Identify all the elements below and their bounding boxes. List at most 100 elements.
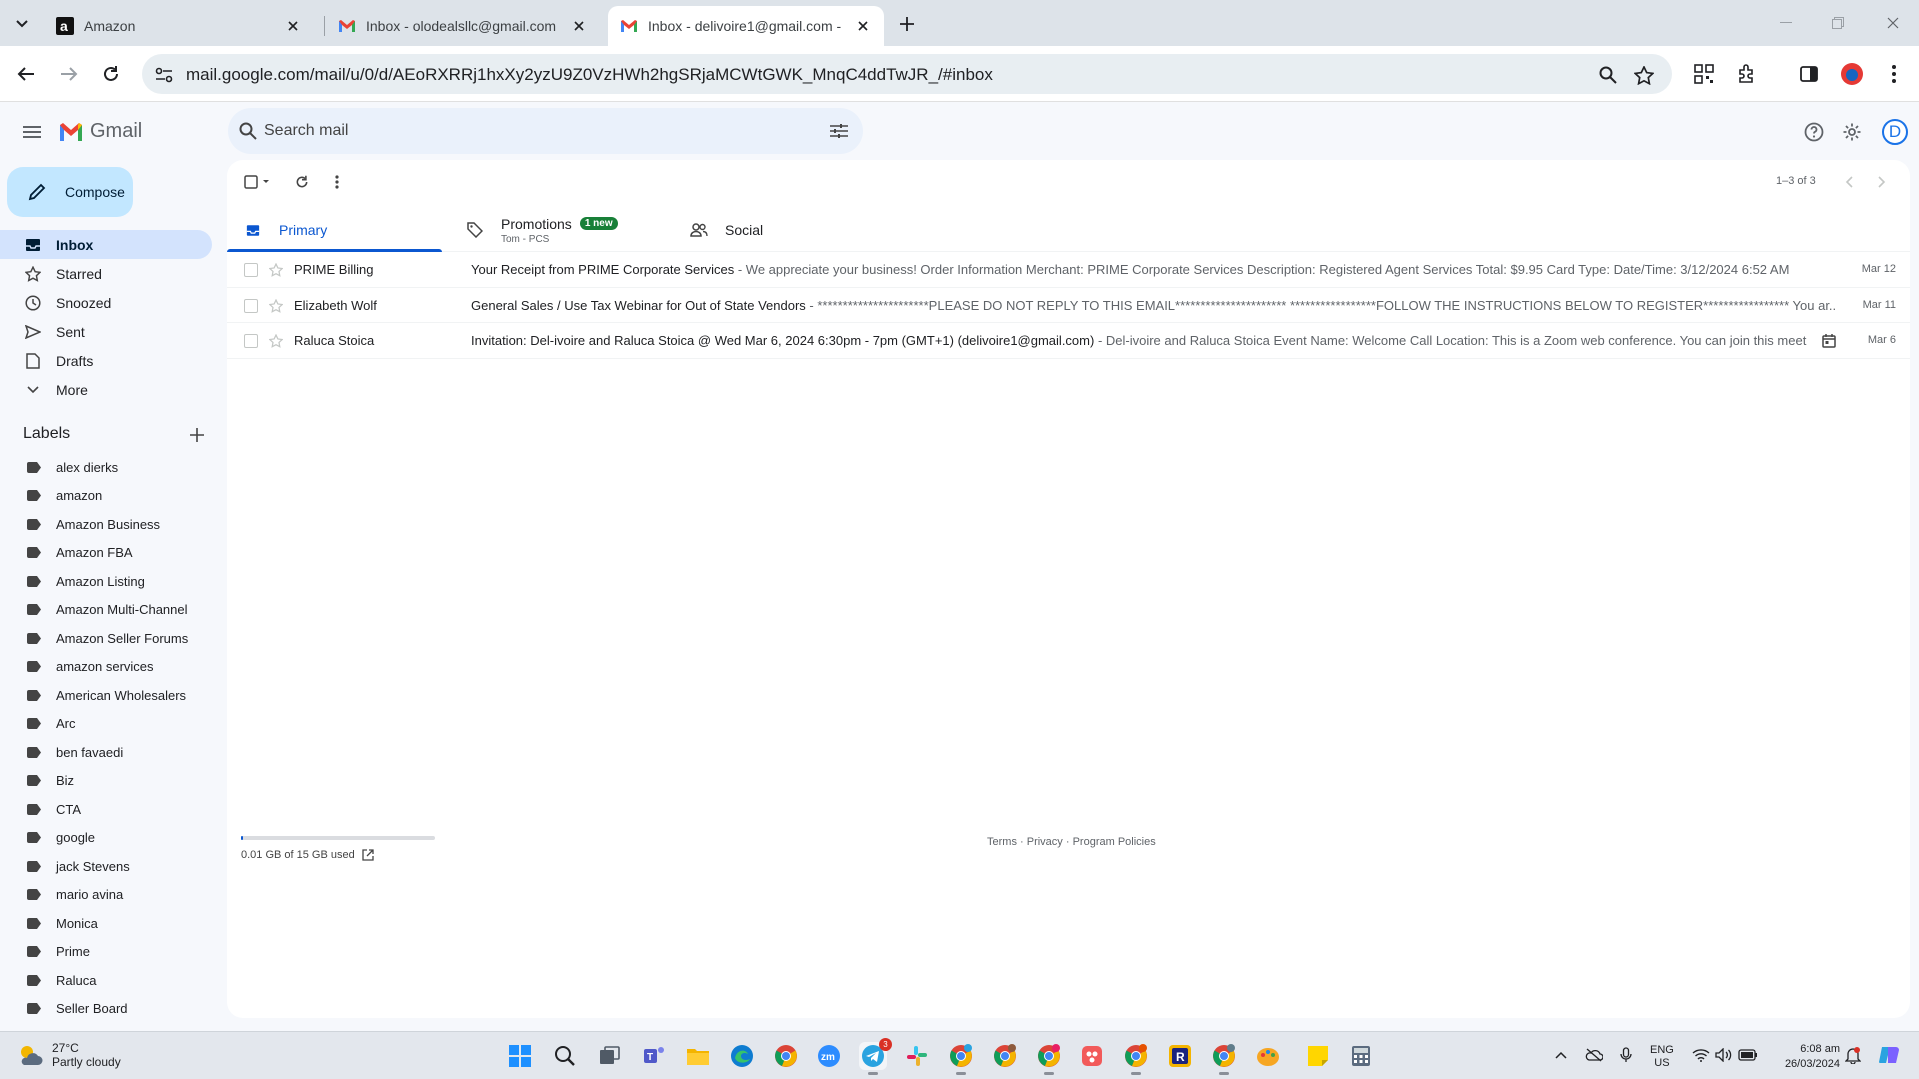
label-item[interactable]: Raluca [0,966,212,995]
more-actions-button[interactable] [325,170,349,194]
calendar-icon[interactable] [1820,332,1838,350]
email-row[interactable]: Raluca Stoica Invitation: Del-ivoire and… [227,323,1910,359]
bookmark-star-icon[interactable] [1632,63,1656,87]
chrome-profile-icon[interactable] [991,1042,1019,1070]
sidebar-item-snoozed[interactable]: Snoozed [0,288,212,317]
battery-icon[interactable] [1737,1044,1759,1066]
search-options-icon[interactable] [827,119,851,143]
edge-icon[interactable] [728,1042,756,1070]
paint-icon[interactable] [1254,1042,1282,1070]
site-info-icon[interactable] [152,63,176,87]
browser-tab-inbox-olodeals[interactable]: Inbox - olodealsllc@gmail.com [326,6,600,46]
compose-button[interactable]: Compose [7,167,133,217]
restore-button[interactable] [1825,10,1851,36]
telegram-icon[interactable]: 3 [859,1038,892,1075]
row-checkbox[interactable] [244,334,258,348]
r-app-icon[interactable]: R [1166,1042,1194,1070]
label-item[interactable]: amazon [0,482,212,511]
system-clock[interactable]: 6:08 am 26/03/2024 [1770,1042,1840,1072]
url-text[interactable]: mail.google.com/mail/u/0/d/AEoRXRRj1hxXy… [186,65,993,85]
main-menu-button[interactable] [18,118,46,146]
email-row[interactable]: PRIME Billing Your Receipt from PRIME Co… [227,252,1910,288]
tab-search-button[interactable] [10,12,34,36]
zoom-icon[interactable]: zm [815,1042,843,1070]
search-icon[interactable] [551,1042,579,1070]
label-item[interactable]: Arc [0,710,212,739]
label-item[interactable]: American Wholesalers [0,681,212,710]
label-item[interactable]: mario avina [0,881,212,910]
email-row[interactable]: Elizabeth Wolf General Sales / Use Tax W… [227,287,1910,323]
weather-widget[interactable]: 27°C Partly cloudy [16,1041,121,1069]
row-checkbox[interactable] [244,298,258,313]
slack-icon[interactable] [903,1042,931,1070]
search-icon[interactable] [236,119,260,143]
qr-extension-icon[interactable] [1690,60,1718,88]
file-explorer-icon[interactable] [684,1042,712,1070]
back-button[interactable] [12,60,40,88]
copilot-icon[interactable] [1878,1044,1900,1066]
label-item[interactable]: Prime [0,938,212,967]
language-indicator[interactable]: ENG US [1650,1044,1674,1070]
minimize-button[interactable] [1773,10,1799,36]
label-item[interactable]: Seller Board [0,995,212,1024]
label-item[interactable]: amazon services [0,653,212,682]
forward-button[interactable] [55,60,83,88]
older-button[interactable] [1870,170,1894,194]
star-icon[interactable] [267,297,285,315]
star-icon[interactable] [267,332,285,350]
label-item[interactable]: Amazon Seller Forums [0,624,212,653]
close-icon[interactable] [854,17,872,35]
microphone-icon[interactable] [1615,1044,1637,1066]
label-item[interactable]: CTA [0,795,212,824]
settings-gear-icon[interactable] [1838,118,1866,146]
label-item[interactable]: Amazon Listing [0,567,212,596]
help-icon[interactable] [1800,118,1828,146]
sidebar-item-drafts[interactable]: Drafts [0,346,212,375]
wifi-icon[interactable] [1690,1044,1712,1066]
label-item[interactable]: gifts [0,1023,212,1028]
close-icon[interactable] [570,17,588,35]
gmail-logo[interactable]: Gmail [58,120,142,143]
tab-primary[interactable]: Primary [243,208,327,252]
label-item[interactable]: alex dierks [0,453,212,482]
chrome-profile-icon[interactable] [1122,1042,1150,1075]
open-in-new-icon[interactable] [361,848,375,862]
app-icon[interactable] [1078,1042,1106,1070]
sidebar-item-sent[interactable]: Sent [0,317,212,346]
label-item[interactable]: google [0,824,212,853]
reload-button[interactable] [97,60,125,88]
address-bar[interactable]: mail.google.com/mail/u/0/d/AEoRXRRj1hxXy… [142,54,1672,94]
terms-link[interactable]: Terms [987,836,1017,848]
newer-button[interactable] [1837,170,1861,194]
chrome-profile-icon[interactable] [947,1042,975,1075]
side-panel-icon[interactable] [1795,60,1823,88]
label-item[interactable]: Biz [0,767,212,796]
tab-social[interactable]: Social [689,208,763,252]
account-avatar[interactable]: D [1882,119,1908,145]
chrome-profile-icon[interactable] [1035,1042,1063,1075]
calculator-icon[interactable] [1347,1042,1375,1070]
search-bar[interactable] [228,108,863,154]
create-label-button[interactable] [186,424,208,446]
label-item[interactable]: Amazon Multi-Channel [0,596,212,625]
refresh-button[interactable] [290,170,314,194]
onedrive-off-icon[interactable] [1583,1044,1605,1066]
volume-icon[interactable] [1713,1044,1735,1066]
tab-promotions[interactable]: Promotions 1 new Tom - PCS [465,208,618,252]
windows-start-icon[interactable] [506,1042,534,1070]
new-tab-button[interactable] [894,11,920,37]
teams-icon[interactable]: T [640,1042,668,1070]
privacy-link[interactable]: Privacy [1027,836,1063,848]
chrome-icon[interactable] [772,1042,800,1070]
label-item[interactable]: Amazon Business [0,510,212,539]
profile-avatar-icon[interactable] [1838,60,1866,88]
sticky-notes-icon[interactable] [1304,1042,1332,1070]
label-item[interactable]: Monica [0,909,212,938]
star-icon[interactable] [267,261,285,279]
browser-tab-amazon[interactable]: a Amazon [44,6,314,46]
sidebar-item-starred[interactable]: Starred [0,259,212,288]
search-input[interactable] [264,108,784,154]
chrome-profile-icon[interactable] [1210,1042,1238,1075]
close-icon[interactable] [284,17,302,35]
sidebar-item-more[interactable]: More [0,375,212,404]
